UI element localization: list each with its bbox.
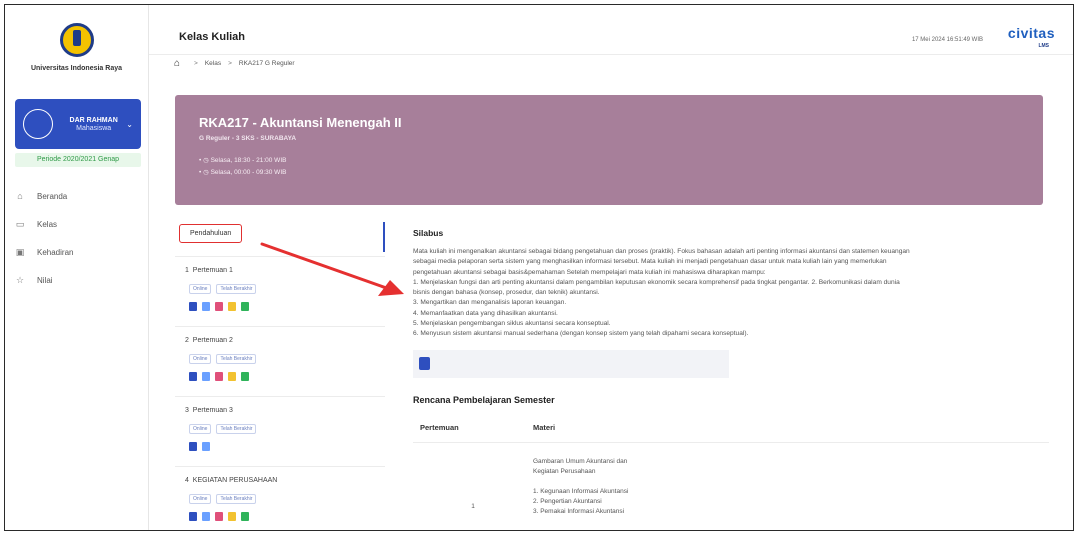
- clock-icon: ◷: [203, 169, 209, 176]
- home-icon[interactable]: ⌂: [174, 58, 180, 69]
- assignment-icon[interactable]: [228, 512, 236, 521]
- document-icon[interactable]: [202, 302, 210, 311]
- column-header: Materi: [533, 422, 556, 432]
- breadcrumb-separator: >: [228, 60, 232, 67]
- schedule-item: • ◷ Selasa, 00:00 - 09:30 WIB: [199, 169, 287, 176]
- university-logo-block: Universitas Indonesia Raya: [5, 5, 148, 87]
- tab-pendahuluan[interactable]: Pendahuluan: [175, 222, 385, 252]
- book-icon[interactable]: [189, 302, 197, 311]
- sidebar-item-nilai[interactable]: ☆ Nilai: [15, 266, 73, 294]
- university-name: Universitas Indonesia Raya: [30, 65, 123, 72]
- calendar-icon: ▣: [15, 247, 25, 257]
- meeting-title: Pertemuan 2: [192, 337, 233, 344]
- document-icon[interactable]: [202, 442, 210, 451]
- sidebar-item-label: Kelas: [37, 219, 58, 229]
- status-badge: Online: [189, 354, 212, 364]
- datetime: 17 Mei 2024 16:51:49 WIB: [911, 37, 983, 43]
- resource-icons: [175, 512, 385, 521]
- table-row: 1 Gambaran Umum Akuntansi dan Kegiatan P…: [413, 457, 1053, 517]
- pertemuan-cell: 1: [471, 502, 475, 510]
- brand-sub: LMS: [1038, 43, 1049, 49]
- sidebar-nav: ⌂ Beranda ▭ Kelas ▣ Kehadiran ☆ Nilai: [15, 182, 74, 294]
- resource-icons: [175, 302, 385, 311]
- top-bar: Kelas Kuliah 17 Mei 2024 16:51:49 WIB ci…: [149, 5, 1073, 55]
- star-icon: ☆: [15, 275, 25, 285]
- resource-icons: [175, 442, 385, 451]
- user-name: DAR RAHMAN: [69, 116, 118, 124]
- sidebar-item-label: Beranda: [37, 191, 68, 201]
- quiz-icon[interactable]: [215, 302, 223, 311]
- page-title: Kelas Kuliah: [179, 31, 246, 43]
- meeting-item-3[interactable]: 3 Pertemuan 3 Online Telah Berakhir: [175, 396, 385, 458]
- book-icon[interactable]: [189, 512, 197, 521]
- schedule-item: • ◷ Selasa, 18:30 - 21:00 WIB: [199, 157, 287, 164]
- breadcrumb-kelas[interactable]: Kelas: [205, 60, 221, 67]
- home-icon: ⌂: [17, 191, 23, 201]
- meeting-title: KEGIATAN PERUSAHAAN: [192, 477, 278, 484]
- book-icon[interactable]: [189, 372, 197, 381]
- course-banner: RKA217 - Akuntansi Menengah II G Reguler…: [175, 95, 1043, 205]
- pendahuluan-label[interactable]: Pendahuluan: [179, 224, 243, 243]
- course-subtitle: G Reguler - 3 SKS - SURABAYA: [199, 135, 297, 142]
- sidebar-item-kelas[interactable]: ▭ Kelas: [15, 210, 73, 238]
- assignment-icon[interactable]: [228, 372, 236, 381]
- meeting-title: Pertemuan 1: [192, 267, 233, 274]
- status-badge: Online: [189, 424, 212, 434]
- schedule-list: • ◷ Selasa, 18:30 - 21:00 WIB • ◷ Selasa…: [199, 156, 1019, 176]
- meeting-item-2[interactable]: 2 Pertemuan 2 Online Telah Berakhir: [175, 326, 385, 388]
- document-icon[interactable]: [202, 512, 210, 521]
- chat-icon[interactable]: [241, 302, 249, 311]
- sidebar: Universitas Indonesia Raya DAR RAHMAN Ma…: [5, 5, 149, 530]
- avatar: [23, 109, 53, 139]
- clock-icon: ◷: [203, 157, 209, 164]
- meeting-list: Pendahuluan 1 Pertemuan 1 Online Telah B…: [175, 222, 385, 527]
- sidebar-item-label: Kehadiran: [37, 247, 74, 257]
- silabus-text: Mata kuliah ini mengenalkan akuntansi se…: [413, 248, 910, 338]
- period-badge: Periode 2020/2021 Genap: [15, 153, 141, 167]
- user-card[interactable]: DAR RAHMAN Mahasiswa ⌄: [15, 99, 141, 149]
- course-title: RKA217 - Akuntansi Menengah II: [199, 115, 402, 130]
- book-icon[interactable]: [189, 442, 197, 451]
- university-logo-icon: [59, 23, 94, 57]
- assignment-icon[interactable]: [228, 302, 236, 311]
- status-badge: Telah Berakhir: [216, 284, 257, 294]
- status-badge: Online: [189, 494, 212, 504]
- resource-icons: [175, 372, 385, 381]
- breadcrumb-separator: >: [194, 60, 198, 67]
- breadcrumb-current: RKA217 G Reguler: [238, 60, 295, 67]
- status-badge: Telah Berakhir: [216, 494, 257, 504]
- column-header: Pertemuan: [420, 422, 459, 432]
- meeting-title: Pertemuan 3: [192, 407, 233, 414]
- folder-icon: ▭: [15, 219, 25, 229]
- sidebar-item-kehadiran[interactable]: ▣ Kehadiran: [15, 238, 74, 266]
- rps-table-header: Pertemuan Materi: [413, 423, 1049, 443]
- file-icon[interactable]: [419, 357, 430, 371]
- chat-icon[interactable]: [241, 372, 249, 381]
- meeting-item-4[interactable]: 4 KEGIATAN PERUSAHAAN Online Telah Berak…: [175, 466, 385, 528]
- silabus-title: Silabus: [413, 228, 444, 238]
- brand-logo: civitas: [1007, 25, 1055, 41]
- quiz-icon[interactable]: [215, 372, 223, 381]
- course-content: Silabus Mata kuliah ini mengenalkan akun…: [413, 228, 1053, 517]
- quiz-icon[interactable]: [215, 512, 223, 521]
- sidebar-item-beranda[interactable]: ⌂ Beranda: [15, 182, 73, 210]
- document-icon[interactable]: [202, 372, 210, 381]
- status-badge: Telah Berakhir: [216, 424, 257, 434]
- rps-title: Rencana Pembelajaran Semester: [413, 394, 555, 405]
- meeting-item-1[interactable]: 1 Pertemuan 1 Online Telah Berakhir: [175, 256, 385, 318]
- silabus-file[interactable]: [413, 349, 729, 378]
- chat-icon[interactable]: [241, 512, 249, 521]
- status-badge: Telah Berakhir: [216, 354, 257, 364]
- materi-cell: Gambaran Umum Akuntansi dan Kegiatan Per…: [533, 457, 629, 515]
- user-role: Mahasiswa: [76, 124, 112, 132]
- chevron-down-icon[interactable]: ⌄: [126, 120, 133, 129]
- sidebar-item-label: Nilai: [37, 275, 53, 285]
- status-badge: Online: [189, 284, 212, 294]
- breadcrumb: ⌂ > Kelas > RKA217 G Reguler: [174, 58, 295, 69]
